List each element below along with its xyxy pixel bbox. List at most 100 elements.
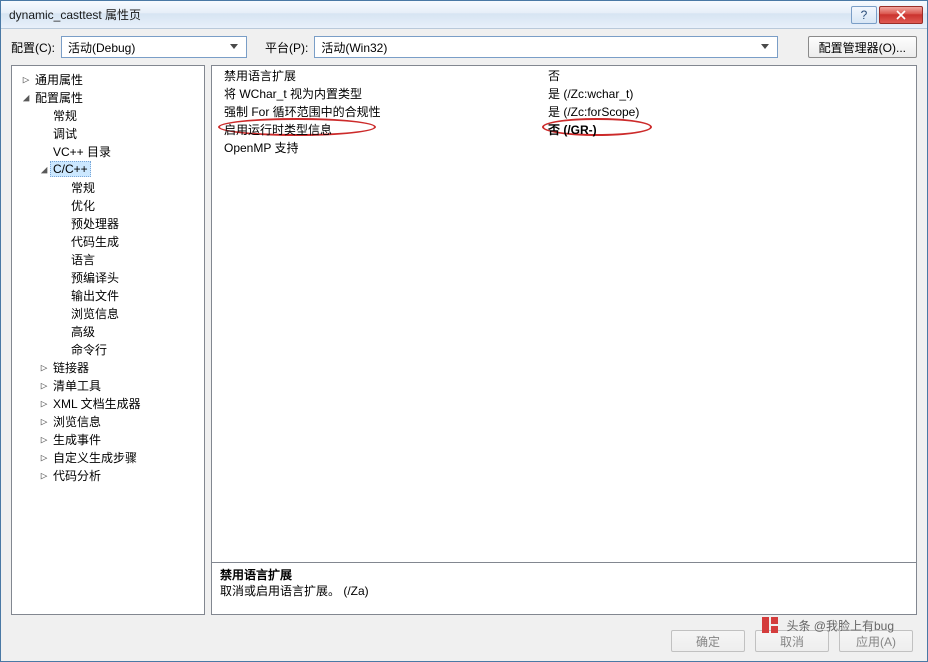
tree-item[interactable]: 浏览信息 <box>12 304 204 322</box>
property-name: 将 WChar_t 视为内置类型 <box>212 85 544 102</box>
property-row[interactable]: OpenMP 支持 <box>212 138 916 156</box>
tree-item[interactable]: ▷清单工具 <box>12 376 204 394</box>
cancel-button[interactable]: 取消 <box>755 630 829 652</box>
property-grid[interactable]: 禁用语言扩展否将 WChar_t 视为内置类型是 (/Zc:wchar_t)强制… <box>211 65 917 563</box>
question-icon: ? <box>859 10 869 20</box>
tree-expander-icon[interactable]: ▷ <box>38 433 50 446</box>
chevron-down-icon <box>757 44 773 50</box>
tree-item[interactable]: 输出文件 <box>12 286 204 304</box>
tree-item[interactable]: ▷生成事件 <box>12 430 204 448</box>
config-combo[interactable]: 活动(Debug) <box>61 36 247 58</box>
platform-combo[interactable]: 活动(Win32) <box>314 36 778 58</box>
tree-item[interactable]: 优化 <box>12 196 204 214</box>
property-value[interactable]: 是 (/Zc:wchar_t) <box>544 85 916 102</box>
tree-item-label: 预编译头 <box>68 269 122 286</box>
tree-expander-icon[interactable]: ◢ <box>20 91 32 104</box>
tree-expander-icon[interactable]: ▷ <box>38 397 50 410</box>
toolbar: 配置(C): 活动(Debug) 平台(P): 活动(Win32) 配置管理器(… <box>1 29 927 65</box>
property-value[interactable]: 否 <box>544 67 916 84</box>
description-title: 禁用语言扩展 <box>220 567 908 583</box>
tree-item[interactable]: 预处理器 <box>12 214 204 232</box>
property-row[interactable]: 禁用语言扩展否 <box>212 66 916 84</box>
titlebar: dynamic_casttest 属性页 ? <box>1 1 927 29</box>
config-label: 配置(C): <box>11 39 55 56</box>
tree-item-label: VC++ 目录 <box>50 143 114 160</box>
property-name: 启用运行时类型信息 <box>212 121 544 138</box>
tree-item-label: 生成事件 <box>50 431 104 448</box>
tree-item-label: 清单工具 <box>50 377 104 394</box>
property-row[interactable]: 将 WChar_t 视为内置类型是 (/Zc:wchar_t) <box>212 84 916 102</box>
footer: 确定 取消 应用(A) <box>1 621 927 661</box>
nav-tree[interactable]: ▷通用属性◢配置属性常规调试VC++ 目录◢C/C++常规优化预处理器代码生成语… <box>11 65 205 615</box>
property-name: 强制 For 循环范围中的合规性 <box>212 103 544 120</box>
tree-item-label: 链接器 <box>50 359 92 376</box>
tree-expander-icon[interactable]: ▷ <box>38 415 50 428</box>
tree-item-label: 高级 <box>68 323 98 340</box>
tree-item[interactable]: 常规 <box>12 106 204 124</box>
tree-expander-icon[interactable]: ▷ <box>38 469 50 482</box>
tree-item[interactable]: VC++ 目录 <box>12 142 204 160</box>
tree-expander-icon[interactable]: ◢ <box>38 163 50 176</box>
help-button[interactable]: ? <box>851 6 877 24</box>
tree-item-label: 调试 <box>50 125 80 142</box>
tree-item[interactable]: 常规 <box>12 178 204 196</box>
content-column: 禁用语言扩展否将 WChar_t 视为内置类型是 (/Zc:wchar_t)强制… <box>211 65 917 615</box>
tree-item-label: 浏览信息 <box>50 413 104 430</box>
tree-item[interactable]: 预编译头 <box>12 268 204 286</box>
tree-item[interactable]: ▷XML 文档生成器 <box>12 394 204 412</box>
config-value: 活动(Debug) <box>68 39 135 56</box>
tree-item[interactable]: ◢C/C++ <box>12 160 204 178</box>
tree-item-label: XML 文档生成器 <box>50 395 144 412</box>
tree-item-label: 自定义生成步骤 <box>50 449 140 466</box>
tree-item-label: 输出文件 <box>68 287 122 304</box>
description-body: 取消或启用语言扩展。 (/Za) <box>220 583 908 599</box>
property-name: OpenMP 支持 <box>212 139 544 156</box>
tree-item[interactable]: 代码生成 <box>12 232 204 250</box>
platform-value: 活动(Win32) <box>321 39 387 56</box>
close-button[interactable] <box>879 6 923 24</box>
tree-item[interactable]: 调试 <box>12 124 204 142</box>
apply-button[interactable]: 应用(A) <box>839 630 913 652</box>
platform-label: 平台(P): <box>265 39 308 56</box>
window-title: dynamic_casttest 属性页 <box>9 6 851 23</box>
tree-item-label: 通用属性 <box>32 71 86 88</box>
tree-item[interactable]: ▷浏览信息 <box>12 412 204 430</box>
tree-item-label: 预处理器 <box>68 215 122 232</box>
property-value[interactable]: 否 (/GR-) <box>544 121 916 138</box>
tree-item-label: 优化 <box>68 197 98 214</box>
ok-button[interactable]: 确定 <box>671 630 745 652</box>
property-row[interactable]: 强制 For 循环范围中的合规性是 (/Zc:forScope) <box>212 102 916 120</box>
tree-item[interactable]: ▷代码分析 <box>12 466 204 484</box>
tree-item-label: 命令行 <box>68 341 110 358</box>
tree-item[interactable]: ▷自定义生成步骤 <box>12 448 204 466</box>
tree-item-label: 常规 <box>68 179 98 196</box>
tree-item-label: 代码分析 <box>50 467 104 484</box>
tree-item-label: 浏览信息 <box>68 305 122 322</box>
tree-expander-icon[interactable]: ▷ <box>20 73 32 86</box>
tree-item[interactable]: 语言 <box>12 250 204 268</box>
property-name: 禁用语言扩展 <box>212 67 544 84</box>
tree-item[interactable]: ▷通用属性 <box>12 70 204 88</box>
property-value[interactable]: 是 (/Zc:forScope) <box>544 103 916 120</box>
tree-item-label: 语言 <box>68 251 98 268</box>
tree-item-label: 代码生成 <box>68 233 122 250</box>
tree-expander-icon[interactable]: ▷ <box>38 379 50 392</box>
tree-item[interactable]: 命令行 <box>12 340 204 358</box>
tree-item[interactable]: ▷链接器 <box>12 358 204 376</box>
description-panel: 禁用语言扩展 取消或启用语言扩展。 (/Za) <box>211 563 917 615</box>
tree-expander-icon[interactable]: ▷ <box>38 451 50 464</box>
tree-expander-icon[interactable]: ▷ <box>38 361 50 374</box>
chevron-down-icon <box>226 44 242 50</box>
config-manager-button[interactable]: 配置管理器(O)... <box>808 36 917 58</box>
tree-item[interactable]: ◢配置属性 <box>12 88 204 106</box>
tree-item[interactable]: 高级 <box>12 322 204 340</box>
main-area: ▷通用属性◢配置属性常规调试VC++ 目录◢C/C++常规优化预处理器代码生成语… <box>1 65 927 621</box>
property-row[interactable]: 启用运行时类型信息否 (/GR-) <box>212 120 916 138</box>
close-icon <box>896 10 906 20</box>
svg-text:?: ? <box>861 10 868 20</box>
tree-item-label: C/C++ <box>50 161 91 177</box>
tree-item-label: 常规 <box>50 107 80 124</box>
window-controls: ? <box>851 6 923 24</box>
tree-item-label: 配置属性 <box>32 89 86 106</box>
dialog-window: dynamic_casttest 属性页 ? 配置(C): 活动(Debug) … <box>0 0 928 662</box>
